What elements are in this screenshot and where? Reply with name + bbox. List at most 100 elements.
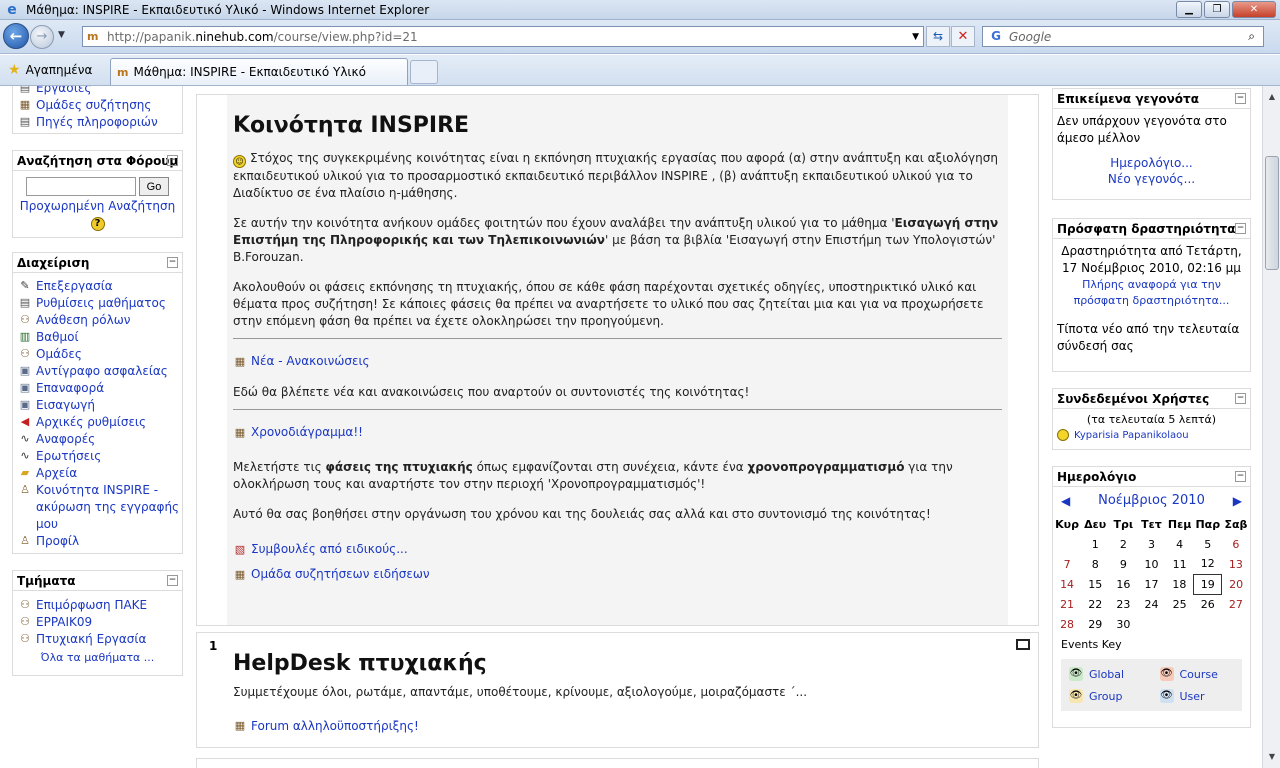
calendar-day[interactable]: 11 (1166, 554, 1194, 574)
collapse-icon[interactable]: − (1235, 223, 1246, 234)
address-dropdown-icon[interactable]: ▼ (912, 32, 919, 42)
calendar-day[interactable]: 1 (1081, 534, 1109, 554)
calendar-day[interactable]: 14 (1053, 574, 1081, 594)
full-report-link[interactable]: Πλήρης αναφορά για την πρόσφατη δραστηρι… (1074, 278, 1230, 307)
admin-item[interactable]: ▰ Αρχεία (13, 465, 182, 482)
favorites-button[interactable]: ★ Αγαπημένα (8, 62, 92, 78)
maximize-button[interactable]: ❐ (1204, 1, 1230, 18)
schedule-forum-item[interactable]: ▦ Χρονοδιάγραμμα!! (233, 424, 1002, 441)
eye-icon[interactable]: 👁 (1069, 667, 1083, 681)
event-key-item[interactable]: 👁 Group (1061, 685, 1152, 707)
collapse-icon[interactable]: − (1235, 471, 1246, 482)
advanced-search-link[interactable]: Προχωρημένη Αναζήτηση (20, 199, 175, 213)
calendar-day[interactable]: 15 (1081, 574, 1109, 594)
news-group-item[interactable]: ▦ Ομάδα συζητήσεων ειδήσεων (233, 566, 1002, 583)
helpdesk-forum-item[interactable]: ▦ Forum αλληλοϋποστήριξης! (233, 719, 1008, 733)
calendar-day[interactable]: 9 (1109, 554, 1137, 574)
course-item[interactable]: ⚇ EPPAIK09 (13, 614, 182, 631)
search-box[interactable]: G Google ⌕ (982, 26, 1264, 47)
event-key-item[interactable]: 👁 Global (1061, 663, 1152, 685)
calendar-day[interactable]: 30 (1109, 614, 1137, 634)
online-user-item[interactable]: Kyparisia Papanikolaou (1053, 426, 1250, 444)
event-key-item[interactable]: 👁 Course (1152, 663, 1243, 685)
scroll-thumb[interactable] (1265, 156, 1279, 270)
calendar-day[interactable]: 6 (1222, 534, 1250, 554)
calendar-day[interactable]: 5 (1194, 534, 1222, 554)
all-courses-link[interactable]: Όλα τα μαθήματα ... (41, 651, 155, 664)
calendar-day[interactable]: 23 (1109, 594, 1137, 614)
calendar-day[interactable]: 2 (1109, 534, 1137, 554)
eye-icon[interactable]: 👁 (1159, 689, 1174, 703)
admin-item[interactable]: ✎ Επεξεργασία (13, 278, 182, 295)
course-item[interactable]: ⚇ Επιμόρφωση ΠΑΚΕ (13, 597, 182, 614)
forum-search-input[interactable] (26, 177, 136, 196)
calendar-day[interactable]: 26 (1194, 594, 1222, 614)
address-bar[interactable]: m http://papanik.ninehub.com/course/view… (82, 26, 924, 47)
calendar-day[interactable]: 7 (1053, 554, 1081, 574)
admin-item[interactable]: ▣ Εισαγωγή (13, 397, 182, 414)
previous-month-icon[interactable]: ◀ (1061, 494, 1070, 508)
admin-item[interactable]: ▣ Αντίγραφο ασφαλείας (13, 363, 182, 380)
show-only-section-icon[interactable] (1016, 639, 1030, 650)
calendar-day[interactable]: 17 (1137, 574, 1165, 594)
admin-item[interactable]: ▣ Επαναφορά (13, 380, 182, 397)
admin-item[interactable]: ∿ Ερωτήσεις (13, 448, 182, 465)
collapse-icon[interactable]: − (1235, 93, 1246, 104)
help-icon[interactable]: ? (90, 217, 105, 231)
course-item[interactable]: ⚇ Πτυχιακή Εργασία (13, 631, 182, 648)
calendar-day[interactable]: 10 (1137, 554, 1165, 574)
go-button[interactable]: Go (139, 177, 169, 196)
admin-item[interactable]: ∿ Αναφορές (13, 431, 182, 448)
stop-button[interactable]: ✕ (951, 26, 975, 47)
new-tab-button[interactable] (410, 60, 438, 84)
advice-resource-item[interactable]: ▧ Συμβουλές από ειδικούς... (233, 541, 1002, 558)
event-key-item[interactable]: 👁 User (1152, 685, 1243, 707)
calendar-day[interactable]: 28 (1053, 614, 1081, 634)
next-month-icon[interactable]: ▶ (1233, 494, 1242, 508)
eye-icon[interactable]: 👁 (1159, 667, 1174, 681)
search-input[interactable]: Google (1009, 30, 1051, 44)
activity-item[interactable]: ▦ Ομάδες συζήτησης (13, 97, 182, 114)
activity-item[interactable]: ▤ Πηγές πληροφοριών (13, 114, 182, 131)
admin-item[interactable]: ⚇ Ανάθεση ρόλων (13, 312, 182, 329)
calendar-link[interactable]: Ημερολόγιο... (1110, 156, 1193, 170)
calendar-day[interactable]: 19 (1193, 573, 1223, 595)
collapse-icon[interactable]: − (167, 257, 178, 268)
back-button[interactable]: ← (3, 23, 29, 49)
scroll-down-icon[interactable]: ▼ (1265, 750, 1279, 764)
activity-item[interactable]: ▤ Εργασίες (13, 86, 182, 97)
tab-active[interactable]: m Μάθημα: INSPIRE - Εκπαιδευτικό Υλικό (110, 58, 408, 85)
admin-item[interactable]: ♙ Προφίλ (13, 533, 182, 550)
calendar-day[interactable]: 4 (1166, 534, 1194, 554)
eye-icon[interactable]: 👁 (1069, 689, 1083, 703)
collapse-icon[interactable]: − (167, 575, 178, 586)
collapse-icon[interactable]: − (167, 155, 178, 166)
calendar-day[interactable]: 8 (1081, 554, 1109, 574)
vertical-scrollbar[interactable]: ▲ ▼ (1262, 86, 1280, 768)
calendar-day[interactable]: 12 (1194, 554, 1222, 574)
scroll-up-icon[interactable]: ▲ (1265, 90, 1279, 104)
admin-item[interactable]: ◀ Αρχικές ρυθμίσεις (13, 414, 182, 431)
refresh-button[interactable]: ⇆ (926, 26, 950, 47)
admin-item[interactable]: ▥ Βαθμοί (13, 329, 182, 346)
calendar-day[interactable]: 29 (1081, 614, 1109, 634)
admin-item[interactable]: ♙ Κοινότητα INSPIRE - ακύρωση της εγγραφή… (13, 482, 182, 533)
calendar-day[interactable]: 18 (1166, 574, 1194, 594)
calendar-day[interactable]: 27 (1222, 594, 1250, 614)
minimize-button[interactable]: ▁ (1176, 1, 1202, 18)
admin-item[interactable]: ⚇ Ομάδες (13, 346, 182, 363)
history-dropdown-icon[interactable]: ▼ (58, 30, 65, 40)
calendar-day[interactable]: 25 (1166, 594, 1194, 614)
calendar-month[interactable]: Νοέμβριος 2010 (1098, 493, 1205, 508)
new-event-link[interactable]: Νέο γεγονός... (1108, 172, 1195, 186)
calendar-day[interactable]: 13 (1222, 554, 1250, 574)
calendar-day[interactable]: 22 (1081, 594, 1109, 614)
calendar-day[interactable]: 16 (1109, 574, 1137, 594)
forward-button[interactable]: → (30, 25, 54, 49)
calendar-day[interactable]: 3 (1137, 534, 1165, 554)
admin-item[interactable]: ▤ Ρυθμίσεις μαθήματος (13, 295, 182, 312)
calendar-day[interactable]: 21 (1053, 594, 1081, 614)
calendar-day[interactable]: 24 (1137, 594, 1165, 614)
search-icon[interactable]: ⌕ (1248, 29, 1255, 44)
close-window-button[interactable]: ✕ (1232, 1, 1276, 18)
